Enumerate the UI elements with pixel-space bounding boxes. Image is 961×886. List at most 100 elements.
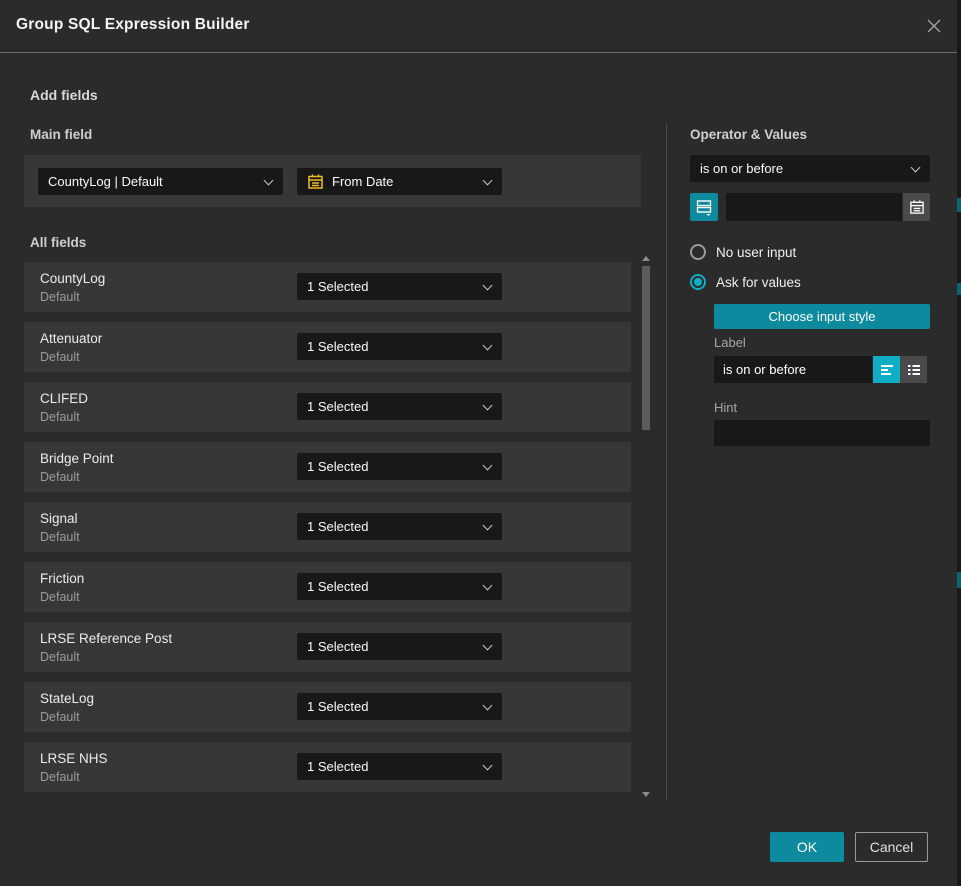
field-subtitle: Default [40, 410, 80, 424]
field-name: Bridge Point [40, 451, 114, 466]
chevron-down-icon [483, 580, 493, 590]
date-picker-button[interactable] [903, 193, 930, 221]
main-field-heading: Main field [30, 127, 92, 142]
field-selected-value: 1 Selected [307, 399, 368, 414]
dialog-titlebar: Group SQL Expression Builder [0, 0, 957, 52]
field-selected-dropdown[interactable]: 1 Selected [297, 633, 502, 660]
field-selected-value: 1 Selected [307, 759, 368, 774]
list-input-style-icon [906, 362, 922, 378]
hint-input[interactable] [714, 420, 930, 446]
main-field-panel: CountyLog | Default From Date [24, 155, 641, 207]
choose-input-style-button[interactable]: Choose input style [714, 304, 930, 329]
ok-button[interactable]: OK [770, 832, 844, 862]
field-name: CLIFED [40, 391, 88, 406]
field-selected-dropdown[interactable]: 1 Selected [297, 393, 502, 420]
calendar-icon [307, 173, 324, 190]
operator-dropdown-value: is on or before [700, 161, 783, 176]
background-page-strip [957, 0, 961, 886]
all-fields-list: CountyLog Default 1 Selected Attenuator … [24, 262, 631, 802]
add-fields-heading: Add fields [30, 87, 98, 103]
chevron-down-icon [483, 640, 493, 650]
label-caption: Label [714, 335, 746, 350]
field-name: Attenuator [40, 331, 102, 346]
field-selected-value: 1 Selected [307, 339, 368, 354]
screen: Group SQL Expression Builder Add fields … [0, 0, 961, 886]
field-subtitle: Default [40, 770, 80, 784]
field-selected-value: 1 Selected [307, 279, 368, 294]
chevron-down-icon [483, 280, 493, 290]
dataset-dropdown[interactable]: CountyLog | Default [38, 168, 283, 195]
label-input[interactable] [714, 356, 872, 383]
chevron-down-icon [483, 760, 493, 770]
field-row: LRSE Reference Post Default 1 Selected [24, 622, 631, 672]
field-row: Bridge Point Default 1 Selected [24, 442, 631, 492]
field-subtitle: Default [40, 290, 80, 304]
field-selected-dropdown[interactable]: 1 Selected [297, 573, 502, 600]
background-fragment [957, 572, 961, 588]
field-row: CountyLog Default 1 Selected [24, 262, 631, 312]
text-input-style-icon [879, 362, 895, 378]
radio-unselected-icon [690, 244, 706, 260]
field-selected-dropdown[interactable]: 1 Selected [297, 453, 502, 480]
background-fragment [957, 198, 961, 212]
dialog-title: Group SQL Expression Builder [16, 16, 250, 34]
ask-for-values-label: Ask for values [716, 275, 801, 290]
field-selected-dropdown[interactable]: 1 Selected [297, 753, 502, 780]
field-selected-value: 1 Selected [307, 639, 368, 654]
field-name: StateLog [40, 691, 94, 706]
field-row: Friction Default 1 Selected [24, 562, 631, 612]
group-sql-expression-builder-dialog: Group SQL Expression Builder Add fields … [0, 0, 957, 886]
cancel-button[interactable]: Cancel [855, 832, 928, 862]
field-selected-dropdown[interactable]: 1 Selected [297, 333, 502, 360]
no-user-input-label: No user input [716, 245, 796, 260]
field-name: Friction [40, 571, 84, 586]
field-selected-dropdown[interactable]: 1 Selected [297, 273, 502, 300]
chevron-down-icon [483, 340, 493, 350]
value-list-picker-button[interactable] [690, 193, 718, 221]
field-subtitle: Default [40, 530, 80, 544]
field-subtitle: Default [40, 590, 80, 604]
all-fields-heading: All fields [30, 235, 86, 250]
field-subtitle: Default [40, 470, 80, 484]
main-field-dropdown-value: From Date [332, 174, 393, 189]
field-selected-value: 1 Selected [307, 579, 368, 594]
field-name: LRSE Reference Post [40, 631, 172, 646]
value-list-picker-icon [695, 198, 713, 216]
chevron-down-icon [483, 175, 493, 185]
field-selected-value: 1 Selected [307, 699, 368, 714]
hint-caption: Hint [714, 400, 737, 415]
chevron-down-icon [483, 460, 493, 470]
chevron-down-icon [483, 520, 493, 530]
field-row: Signal Default 1 Selected [24, 502, 631, 552]
title-divider [0, 52, 957, 53]
field-selected-dropdown[interactable]: 1 Selected [297, 693, 502, 720]
radio-selected-icon [690, 274, 706, 290]
value-date-input[interactable] [726, 193, 902, 221]
field-name: LRSE NHS [40, 751, 108, 766]
chevron-down-icon [483, 700, 493, 710]
main-field-dropdown[interactable]: From Date [297, 168, 502, 195]
field-selected-dropdown[interactable]: 1 Selected [297, 513, 502, 540]
scrollbar-thumb[interactable] [642, 266, 650, 430]
operator-dropdown[interactable]: is on or before [690, 155, 930, 182]
ask-for-values-radio[interactable]: Ask for values [690, 274, 801, 290]
calendar-icon [909, 199, 925, 215]
close-button[interactable] [923, 15, 945, 37]
field-subtitle: Default [40, 650, 80, 664]
dataset-dropdown-value: CountyLog | Default [48, 174, 163, 189]
field-name: Signal [40, 511, 78, 526]
field-row: LRSE NHS Default 1 Selected [24, 742, 631, 792]
field-row: CLIFED Default 1 Selected [24, 382, 631, 432]
field-row: StateLog Default 1 Selected [24, 682, 631, 732]
field-row: Attenuator Default 1 Selected [24, 322, 631, 372]
operator-values-heading: Operator & Values [690, 127, 807, 142]
no-user-input-radio[interactable]: No user input [690, 244, 796, 260]
field-name: CountyLog [40, 271, 105, 286]
scrollbar-up-arrow[interactable] [642, 256, 650, 261]
text-input-style-button[interactable] [873, 356, 900, 383]
list-input-style-button[interactable] [900, 356, 927, 383]
section-divider [666, 124, 667, 800]
field-subtitle: Default [40, 710, 80, 724]
chevron-down-icon [911, 162, 921, 172]
scrollbar-down-arrow[interactable] [642, 792, 650, 797]
